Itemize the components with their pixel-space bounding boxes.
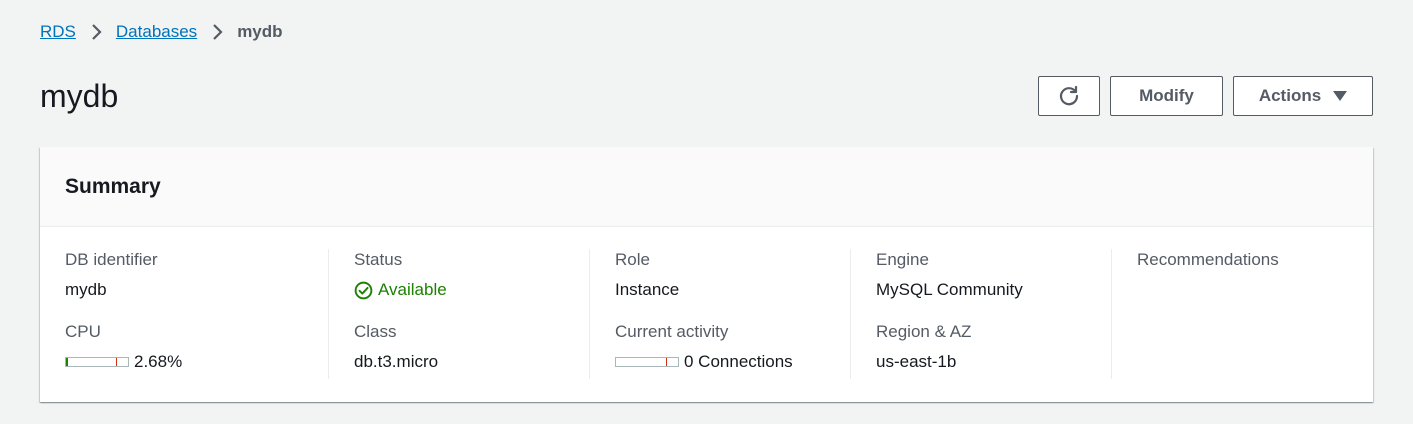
breadcrumb-current: mydb bbox=[237, 22, 283, 41]
current-activity-label: Current activity bbox=[615, 322, 729, 341]
recommendations-label: Recommendations bbox=[1137, 250, 1279, 269]
refresh-button[interactable] bbox=[1038, 76, 1100, 116]
summary-column-4: Engine MySQL Community Region & AZ us-ea… bbox=[850, 249, 1111, 379]
cpu-field: CPU 2.68% bbox=[65, 321, 295, 373]
page-title: mydb bbox=[40, 78, 119, 114]
summary-column-5: Recommendations bbox=[1111, 249, 1373, 379]
breadcrumb-rds-link[interactable]: RDS bbox=[40, 21, 76, 43]
cpu-usage-bar bbox=[65, 357, 129, 367]
connections-bar bbox=[615, 357, 679, 367]
role-value: Instance bbox=[615, 280, 680, 299]
cpu-label: CPU bbox=[65, 322, 101, 341]
breadcrumb: RDS Databases mydb bbox=[40, 21, 283, 43]
summary-column-2: Status Available Class db.t3.micro bbox=[328, 249, 589, 379]
chevron-right-icon bbox=[92, 24, 102, 40]
recommendations-field: Recommendations bbox=[1137, 249, 1367, 271]
summary-panel: Summary DB identifier mydb CPU 2.68% Sta… bbox=[40, 147, 1373, 402]
modify-button[interactable]: Modify bbox=[1110, 76, 1223, 116]
cpu-usage-bar-marker bbox=[116, 358, 117, 366]
check-circle-icon bbox=[354, 281, 373, 299]
status-label: Status bbox=[354, 250, 403, 269]
caret-down-icon bbox=[1333, 91, 1348, 101]
class-label: Class bbox=[354, 322, 397, 341]
class-field: Class db.t3.micro bbox=[354, 321, 584, 373]
current-activity-value-row: 0 Connections bbox=[615, 351, 845, 373]
db-identifier-value: mydb bbox=[65, 280, 107, 299]
region-az-value: us-east-1b bbox=[876, 352, 957, 371]
summary-column-3: Role Instance Current activity 0 Connect… bbox=[589, 249, 850, 379]
cpu-value-row: 2.68% bbox=[65, 351, 295, 373]
actions-button-label: Actions bbox=[1258, 86, 1322, 105]
actions-dropdown-button[interactable]: Actions bbox=[1233, 76, 1373, 116]
breadcrumb-databases-link[interactable]: Databases bbox=[116, 21, 197, 43]
role-field: Role Instance bbox=[615, 249, 845, 301]
db-identifier-label: DB identifier bbox=[65, 250, 158, 269]
connections-bar-marker bbox=[666, 358, 667, 366]
status-value-row: Available bbox=[354, 279, 584, 301]
chevron-right-icon bbox=[213, 24, 223, 40]
current-activity-value[interactable]: 0 Connections bbox=[684, 351, 793, 373]
cpu-value: 2.68% bbox=[134, 352, 183, 371]
summary-title: Summary bbox=[65, 174, 161, 198]
status-value: Available bbox=[378, 280, 447, 299]
cpu-usage-bar-fill bbox=[66, 358, 68, 366]
class-value: db.t3.micro bbox=[354, 352, 439, 371]
db-identifier-field: DB identifier mydb bbox=[65, 249, 295, 301]
engine-field: Engine MySQL Community bbox=[876, 249, 1106, 301]
engine-label: Engine bbox=[876, 250, 929, 269]
modify-button-label: Modify bbox=[1139, 86, 1194, 105]
region-az-label: Region & AZ bbox=[876, 322, 972, 341]
role-label: Role bbox=[615, 250, 650, 269]
status-field: Status Available bbox=[354, 249, 584, 301]
engine-value: MySQL Community bbox=[876, 280, 1023, 299]
summary-header: Summary bbox=[40, 147, 1373, 227]
current-activity-field: Current activity 0 Connections bbox=[615, 321, 845, 373]
refresh-icon bbox=[1059, 85, 1079, 106]
region-az-field: Region & AZ us-east-1b bbox=[876, 321, 1106, 373]
summary-columns: DB identifier mydb CPU 2.68% Status Avai… bbox=[40, 227, 1373, 402]
summary-column-1: DB identifier mydb CPU 2.68% bbox=[40, 249, 328, 379]
